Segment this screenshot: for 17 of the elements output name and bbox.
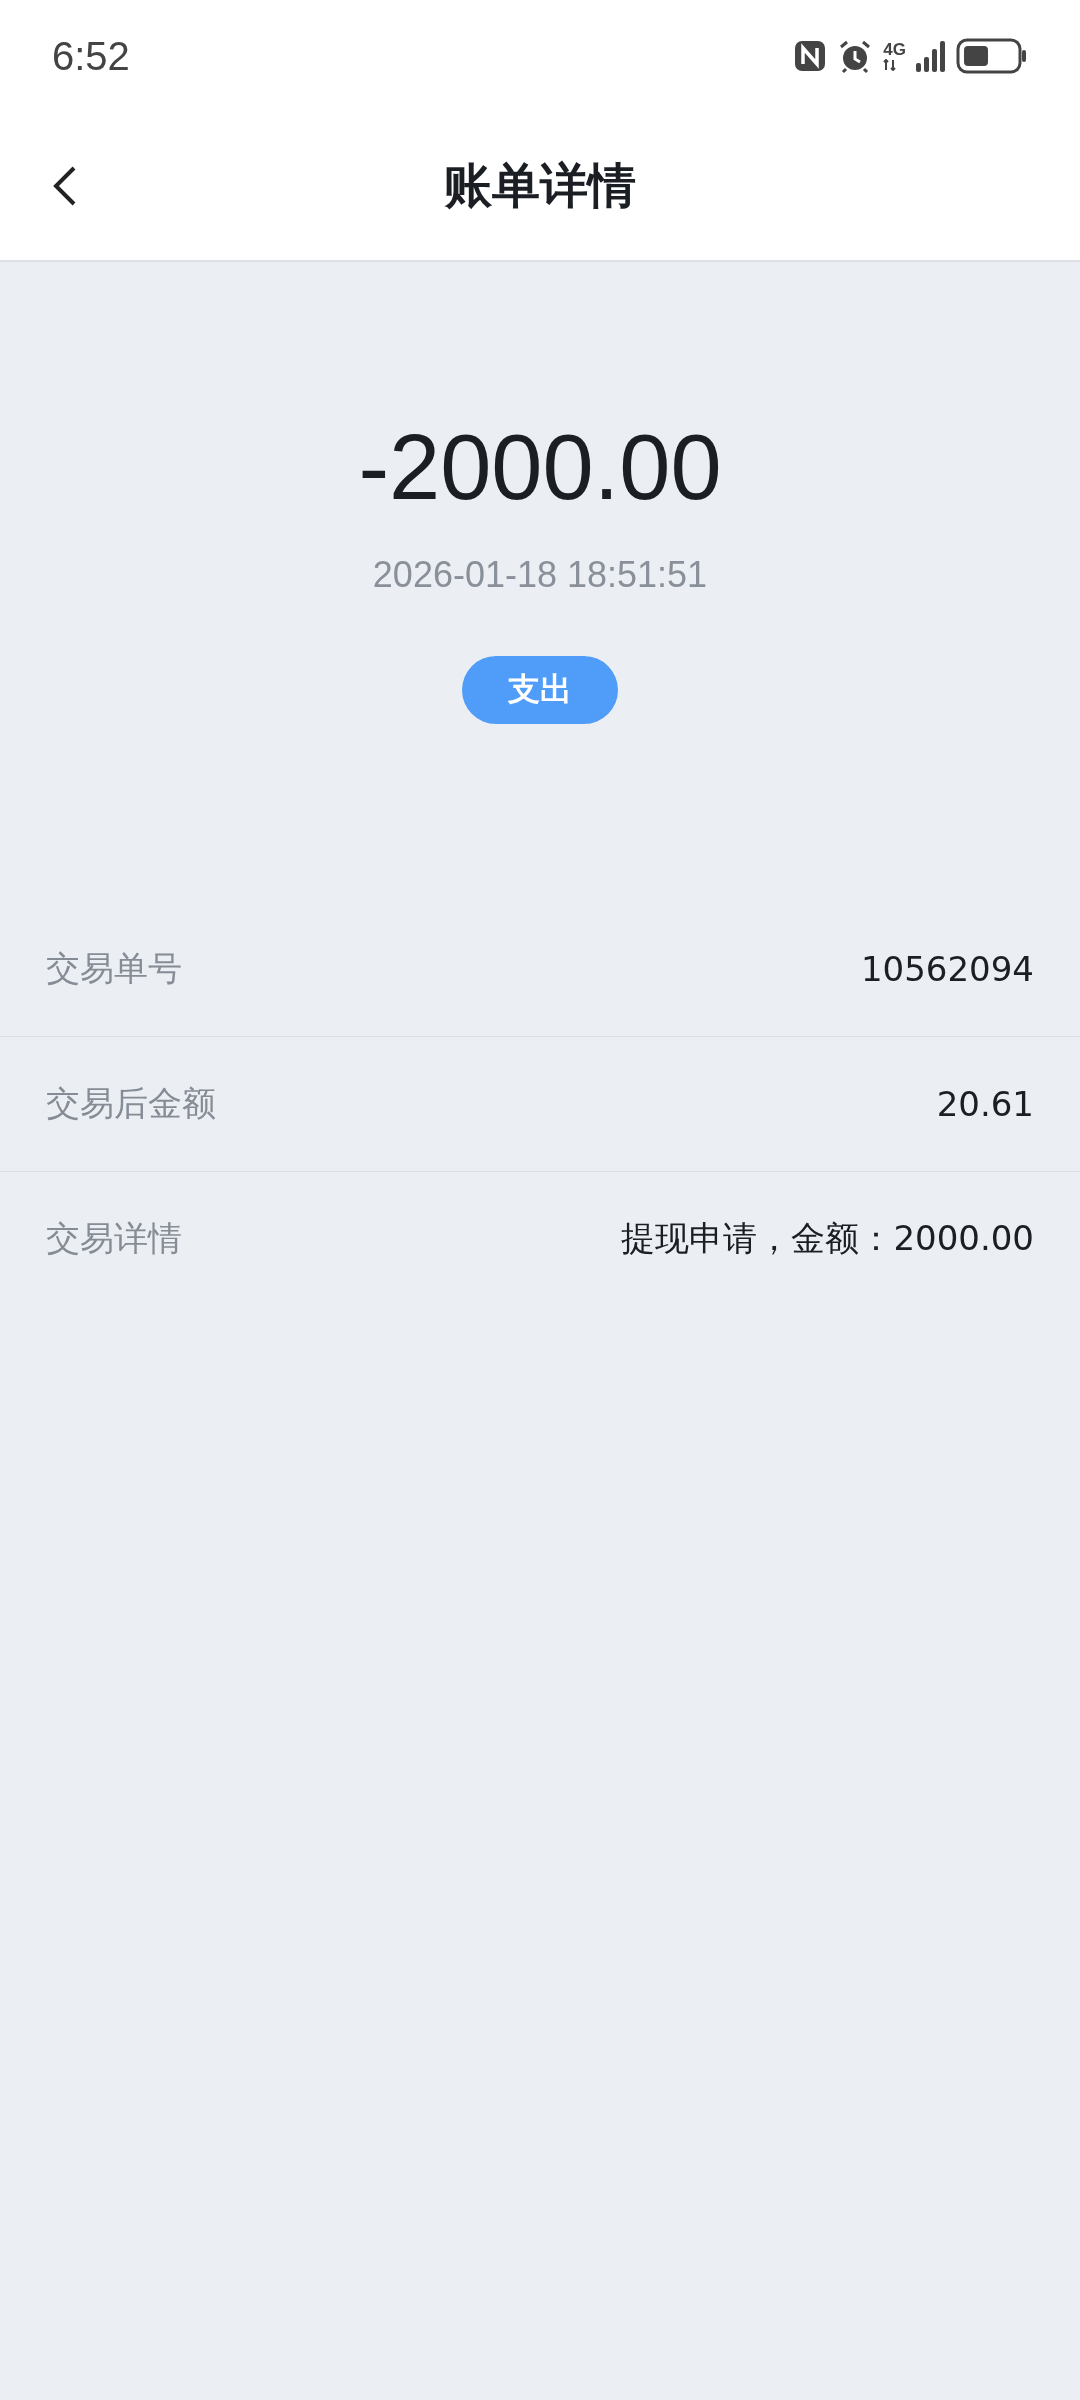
detail-label: 交易后金额 — [46, 1082, 216, 1125]
nfc-icon — [793, 39, 828, 73]
back-icon — [52, 164, 78, 208]
signal-icon — [916, 39, 946, 73]
status-time: 6:52 — [52, 33, 130, 79]
page-title: 账单详情 — [444, 156, 636, 215]
detail-value: 20.61 — [936, 1084, 1034, 1124]
detail-label: 交易单号 — [46, 947, 182, 990]
data-arrows-icon — [883, 59, 898, 71]
amount-text: -2000.00 — [358, 415, 722, 520]
battery-icon — [956, 38, 1028, 74]
network-type: 4G — [883, 41, 906, 59]
type-tag: 支出 — [462, 656, 618, 724]
detail-label: 交易详情 — [46, 1217, 182, 1260]
detail-value: 10562094 — [860, 949, 1034, 989]
detail-value: 提现申请，金额：2000.00 — [621, 1217, 1034, 1260]
transaction-time: 2026-01-18 18:51:51 — [372, 554, 708, 596]
